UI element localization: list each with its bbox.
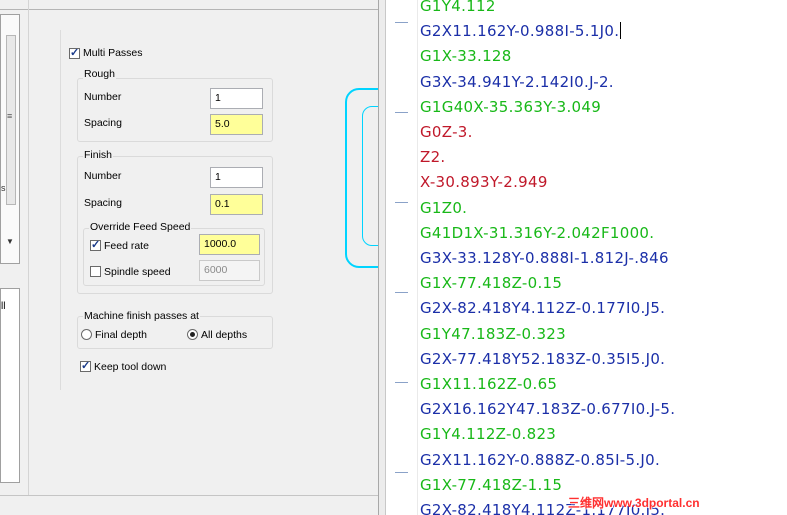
code-line[interactable]: G3X-34.941Y-2.142I0.J-2.: [420, 73, 614, 91]
finish-number-input[interactable]: 1: [210, 167, 263, 188]
gcode-editor[interactable]: G1Y4.112 G2X11.162Y-0.988I-5.1J0. G1X-33.1…: [386, 0, 787, 515]
all-depths-label: All depths: [201, 329, 248, 341]
feed-rate-input[interactable]: 1000.0: [199, 234, 260, 255]
line-marker: [395, 202, 408, 206]
finish-group-title: Finish: [83, 149, 114, 161]
code-line[interactable]: G3X-33.128Y-0.888I-1.812J-.846: [420, 249, 669, 267]
code-line[interactable]: G2X11.162Y-0.988I-5.1J0.: [420, 22, 622, 40]
spindle-speed-checkbox[interactable]: [90, 266, 101, 277]
scroll-down-arrow-icon[interactable]: ▼: [6, 237, 14, 246]
all-depths-radio[interactable]: [187, 329, 198, 340]
line-marker: [395, 22, 408, 26]
toolpath-dialog-pane: ≡ s ▼ ll Multi Passes Rough Number 1 Spa…: [0, 0, 378, 515]
clipped-label: s: [1, 183, 6, 193]
multi-passes-section: Multi Passes Rough Number 1 Spacing 5.0 …: [60, 30, 378, 390]
panel-divider: [28, 0, 29, 515]
spindle-speed-input[interactable]: 6000: [199, 260, 260, 281]
rough-group-title: Rough: [83, 68, 116, 80]
rough-number-input[interactable]: 1: [210, 88, 263, 109]
code-line[interactable]: G1X11.162Z-0.65: [420, 375, 557, 393]
clipped-list-text: ll: [1, 301, 6, 312]
left-list-box[interactable]: ll: [0, 288, 20, 483]
splitter-bar[interactable]: [378, 0, 386, 515]
code-line[interactable]: G2X11.162Y-0.888Z-0.85I-5.J0.: [420, 451, 660, 469]
code-line[interactable]: G41D1X-31.316Y-2.042F1000.: [420, 224, 654, 242]
spindle-speed-label: Spindle speed: [104, 266, 171, 278]
code-line[interactable]: G1G40X-35.363Y-3.049: [420, 98, 601, 116]
site-watermark: 三维网www.3dportal.cn: [568, 496, 700, 510]
code-line[interactable]: G1Y4.112Z-0.823: [420, 425, 556, 443]
finish-number-label: Number: [84, 170, 122, 182]
final-depth-label: Final depth: [95, 329, 147, 341]
text-caret: [620, 22, 622, 40]
code-line[interactable]: G1Z0.: [420, 199, 467, 217]
line-marker: [395, 472, 408, 476]
machine-finish-title: Machine finish passes at: [83, 310, 200, 322]
code-line[interactable]: G2X-77.418Y52.183Z-0.35I5.J0.: [420, 350, 665, 368]
multi-passes-label: Multi Passes: [83, 47, 143, 59]
dialog-bottom-bar: [0, 495, 378, 515]
code-line[interactable]: G1X-77.418Z-0.15: [420, 274, 562, 292]
editor-gutter: [386, 0, 418, 515]
code-line[interactable]: Z2.: [420, 148, 446, 166]
finish-spacing-input[interactable]: 0.1: [210, 194, 263, 215]
code-line[interactable]: G1X-77.418Z-1.15: [420, 476, 562, 494]
line-marker: [395, 112, 408, 116]
scroll-grip-icon[interactable]: ≡: [7, 111, 12, 121]
toolpath-preview: [340, 60, 405, 280]
keep-tool-down-label: Keep tool down: [94, 361, 167, 373]
line-marker: [395, 382, 408, 386]
feed-rate-checkbox[interactable]: [90, 238, 101, 251]
code-line[interactable]: G1Y47.183Z-0.323: [420, 325, 566, 343]
override-feed-speed-title: Override Feed Speed: [89, 221, 192, 233]
multi-passes-checkbox[interactable]: [69, 46, 80, 59]
line-marker: [395, 292, 408, 296]
dialog-top-edge: [0, 0, 378, 10]
keep-tool-down-checkbox[interactable]: [80, 359, 91, 372]
finish-spacing-label: Spacing: [84, 197, 122, 209]
left-side-panel: ≡ s ▼: [0, 14, 20, 264]
rough-number-label: Number: [84, 91, 122, 103]
rough-spacing-input[interactable]: 5.0: [210, 114, 263, 135]
code-line[interactable]: G1X-33.128: [420, 47, 512, 65]
code-line[interactable]: G2X-82.418Y4.112Z-0.177I0.J5.: [420, 299, 665, 317]
code-line[interactable]: G2X16.162Y47.183Z-0.677I0.J-5.: [420, 400, 675, 418]
code-line[interactable]: G0Z-3.: [420, 123, 473, 141]
rough-spacing-label: Spacing: [84, 117, 122, 129]
code-line[interactable]: G1Y4.112: [420, 0, 496, 15]
final-depth-radio[interactable]: [81, 329, 92, 340]
feed-rate-label: Feed rate: [104, 240, 149, 252]
code-line[interactable]: X-30.893Y-2.949: [420, 173, 548, 191]
